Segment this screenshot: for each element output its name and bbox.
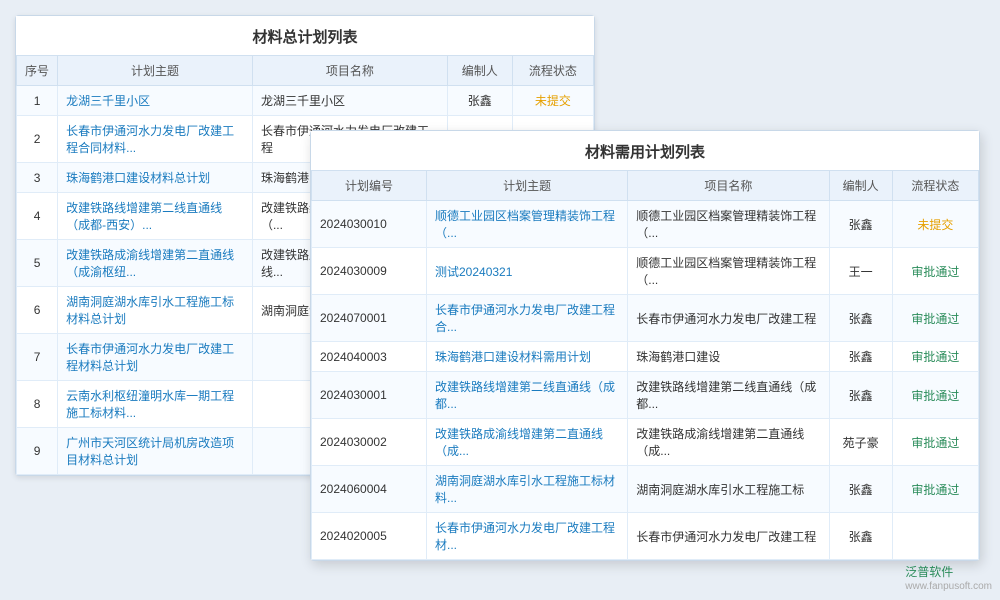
table-row[interactable]: 2024020005 长春市伊通河水力发电厂改建工程材... 长春市伊通河水力发… — [312, 513, 979, 560]
secondary-table: 计划编号 计划主题 项目名称 编制人 流程状态 2024030010 顺德工业园… — [311, 170, 979, 560]
cell-code: 2024060004 — [312, 466, 427, 513]
sec-col-editor: 编制人 — [829, 171, 892, 201]
cell-project: 改建铁路线增建第二线直通线（成都... — [628, 372, 829, 419]
main-col-seq: 序号 — [17, 56, 58, 86]
cell-status: 审批通过 — [892, 466, 978, 513]
cell-theme: 长春市伊通河水力发电厂改建工程合... — [427, 295, 628, 342]
cell-seq: 7 — [17, 334, 58, 381]
cell-seq: 3 — [17, 163, 58, 193]
cell-status: 未提交 — [512, 86, 593, 116]
cell-project: 顺德工业园区档案管理精装饰工程（... — [628, 201, 829, 248]
cell-theme: 改建铁路成渝线增建第二直通线（成... — [427, 419, 628, 466]
cell-status: 审批通过 — [892, 372, 978, 419]
cell-code: 2024030001 — [312, 372, 427, 419]
cell-project: 湖南洞庭湖水库引水工程施工标 — [628, 466, 829, 513]
main-col-project: 项目名称 — [252, 56, 447, 86]
sec-col-status: 流程状态 — [892, 171, 978, 201]
cell-seq: 1 — [17, 86, 58, 116]
cell-theme: 珠海鹤港口建设材料需用计划 — [427, 342, 628, 372]
table-row[interactable]: 2024030009 测试20240321 顺德工业园区档案管理精装饰工程（..… — [312, 248, 979, 295]
cell-code: 2024070001 — [312, 295, 427, 342]
cell-editor: 张鑫 — [829, 372, 892, 419]
cell-editor: 王一 — [829, 248, 892, 295]
cell-theme: 改建铁路成渝线增建第二直通线（成渝枢纽... — [58, 240, 253, 287]
cell-theme: 湖南洞庭湖水库引水工程施工标材料... — [427, 466, 628, 513]
cell-code: 2024020005 — [312, 513, 427, 560]
cell-status — [892, 513, 978, 560]
cell-seq: 9 — [17, 428, 58, 475]
cell-editor: 张鑫 — [829, 466, 892, 513]
cell-status: 未提交 — [892, 201, 978, 248]
cell-theme: 长春市伊通河水力发电厂改建工程材料总计划 — [58, 334, 253, 381]
cell-editor: 张鑫 — [829, 342, 892, 372]
sec-col-code: 计划编号 — [312, 171, 427, 201]
table-row[interactable]: 2024030010 顺德工业园区档案管理精装饰工程（... 顺德工业园区档案管… — [312, 201, 979, 248]
main-table-title: 材料总计划列表 — [16, 16, 594, 55]
secondary-table-title: 材料需用计划列表 — [311, 131, 979, 170]
cell-theme: 珠海鹤港口建设材料总计划 — [58, 163, 253, 193]
cell-theme: 长春市伊通河水力发电厂改建工程合同材料... — [58, 116, 253, 163]
cell-project: 顺德工业园区档案管理精装饰工程（... — [628, 248, 829, 295]
cell-seq: 6 — [17, 287, 58, 334]
cell-theme: 改建铁路线增建第二线直通线（成都... — [427, 372, 628, 419]
cell-project: 龙湖三千里小区 — [252, 86, 447, 116]
cell-editor: 张鑫 — [829, 513, 892, 560]
cell-editor: 张鑫 — [829, 201, 892, 248]
cell-editor: 张鑫 — [829, 295, 892, 342]
cell-theme: 湖南洞庭湖水库引水工程施工标材料总计划 — [58, 287, 253, 334]
cell-project: 长春市伊通河水力发电厂改建工程 — [628, 513, 829, 560]
cell-code: 2024040003 — [312, 342, 427, 372]
sec-col-project: 项目名称 — [628, 171, 829, 201]
main-col-status: 流程状态 — [512, 56, 593, 86]
cell-editor: 苑子豪 — [829, 419, 892, 466]
cell-theme: 龙湖三千里小区 — [58, 86, 253, 116]
cell-project: 改建铁路成渝线增建第二直通线（成... — [628, 419, 829, 466]
table-row[interactable]: 1 龙湖三千里小区 龙湖三千里小区 张鑫 未提交 — [17, 86, 594, 116]
main-col-theme: 计划主题 — [58, 56, 253, 86]
cell-theme: 顺德工业园区档案管理精装饰工程（... — [427, 201, 628, 248]
watermark: 泛普软件 www.fanpusoft.com — [905, 563, 992, 592]
cell-editor: 张鑫 — [447, 86, 512, 116]
cell-code: 2024030002 — [312, 419, 427, 466]
cell-project: 长春市伊通河水力发电厂改建工程 — [628, 295, 829, 342]
sec-col-theme: 计划主题 — [427, 171, 628, 201]
cell-seq: 4 — [17, 193, 58, 240]
cell-code: 2024030010 — [312, 201, 427, 248]
cell-theme: 广州市天河区统计局机房改造项目材料总计划 — [58, 428, 253, 475]
cell-status: 审批通过 — [892, 248, 978, 295]
table-row[interactable]: 2024070001 长春市伊通河水力发电厂改建工程合... 长春市伊通河水力发… — [312, 295, 979, 342]
cell-theme: 改建铁路线增建第二线直通线（成都-西安）... — [58, 193, 253, 240]
cell-status: 审批通过 — [892, 419, 978, 466]
table-row[interactable]: 2024040003 珠海鹤港口建设材料需用计划 珠海鹤港口建设 张鑫 审批通过 — [312, 342, 979, 372]
cell-theme: 长春市伊通河水力发电厂改建工程材... — [427, 513, 628, 560]
cell-seq: 8 — [17, 381, 58, 428]
cell-seq: 2 — [17, 116, 58, 163]
cell-theme: 云南水利枢纽潼明水库一期工程施工标材料... — [58, 381, 253, 428]
watermark-url: www.fanpusoft.com — [905, 581, 992, 592]
cell-theme: 测试20240321 — [427, 248, 628, 295]
table-row[interactable]: 2024030002 改建铁路成渝线增建第二直通线（成... 改建铁路成渝线增建… — [312, 419, 979, 466]
table-row[interactable]: 2024060004 湖南洞庭湖水库引水工程施工标材料... 湖南洞庭湖水库引水… — [312, 466, 979, 513]
cell-code: 2024030009 — [312, 248, 427, 295]
secondary-table-container: 材料需用计划列表 计划编号 计划主题 项目名称 编制人 流程状态 2024030… — [310, 130, 980, 561]
main-table-header-row: 序号 计划主题 项目名称 编制人 流程状态 — [17, 56, 594, 86]
cell-status: 审批通过 — [892, 342, 978, 372]
secondary-table-header-row: 计划编号 计划主题 项目名称 编制人 流程状态 — [312, 171, 979, 201]
cell-seq: 5 — [17, 240, 58, 287]
cell-project: 珠海鹤港口建设 — [628, 342, 829, 372]
watermark-logo: 泛普软件 — [905, 565, 953, 579]
main-col-editor: 编制人 — [447, 56, 512, 86]
table-row[interactable]: 2024030001 改建铁路线增建第二线直通线（成都... 改建铁路线增建第二… — [312, 372, 979, 419]
cell-status: 审批通过 — [892, 295, 978, 342]
